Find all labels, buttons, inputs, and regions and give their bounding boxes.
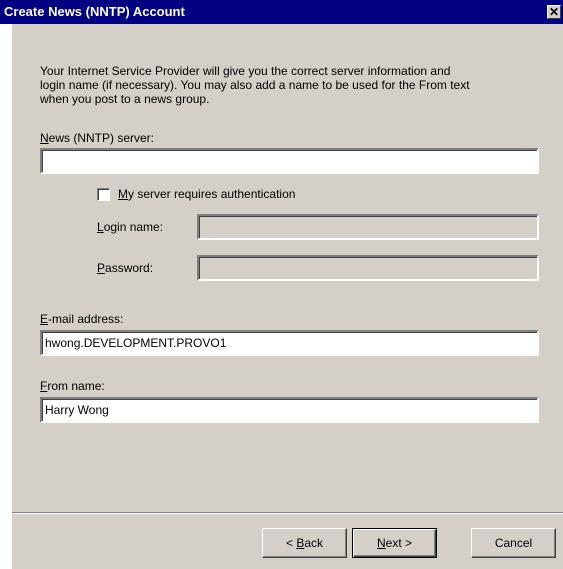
close-icon[interactable]: ✕ (547, 5, 561, 19)
email-label: E-mail address: (40, 312, 124, 326)
title-bar: Create News (NNTP) Account ✕ (0, 0, 563, 24)
intro-text: Your Internet Service Provider will give… (40, 64, 540, 106)
news-server-label: News (NNTP) server: (40, 131, 155, 145)
login-name-label: Login name: (97, 220, 164, 234)
dialog-title: Create News (NNTP) Account (4, 4, 185, 19)
password-input[interactable] (197, 255, 539, 281)
back-button[interactable]: < Back (262, 528, 347, 558)
password-label: Password: (97, 261, 154, 275)
left-border (0, 24, 12, 569)
auth-checkbox-label[interactable]: My server requires authentication (118, 187, 295, 201)
cancel-button[interactable]: Cancel (471, 528, 556, 558)
intro-line-3: when you post to a news group. (40, 92, 210, 106)
auth-checkbox[interactable] (97, 188, 110, 201)
from-name-label: From name: (40, 379, 105, 393)
intro-line-1: Your Internet Service Provider will give… (40, 64, 451, 78)
login-name-input[interactable] (197, 214, 539, 240)
create-news-account-dialog: Create News (NNTP) Account ✕ Your Intern… (0, 0, 563, 569)
news-server-input[interactable] (40, 148, 539, 174)
next-button[interactable]: Next > (352, 528, 437, 558)
separator-highlight (12, 513, 563, 514)
email-input[interactable]: hwong.DEVELOPMENT.PROVO1 (40, 330, 539, 356)
intro-line-2: login name (if necessary). You may also … (40, 78, 470, 92)
from-name-input[interactable]: Harry Wong (40, 397, 539, 423)
